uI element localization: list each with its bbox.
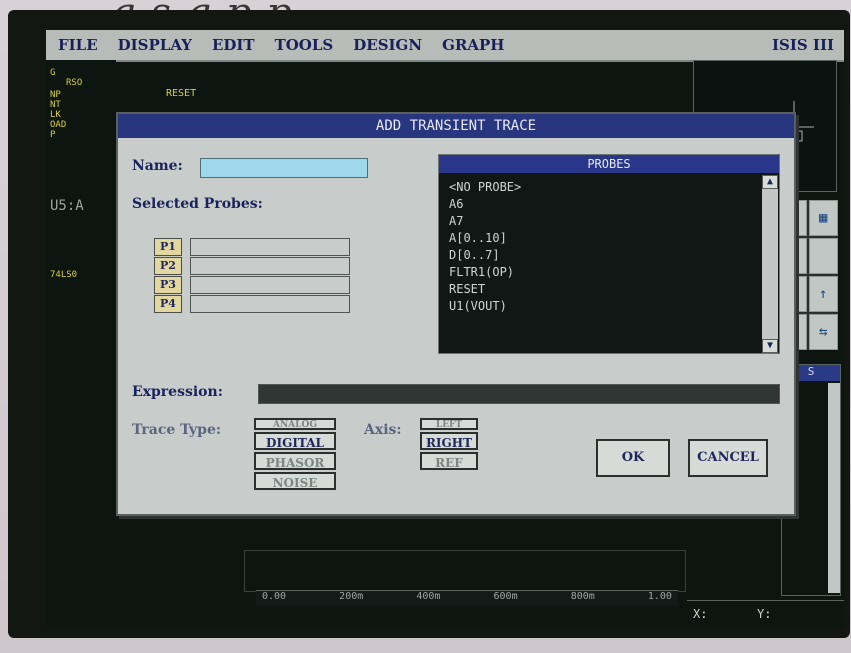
probes-list-panel: PROBES <NO PROBE> A6 A7 A[0..10] D[0..7]… (438, 154, 780, 354)
move-tool-icon[interactable]: ⇆ (808, 314, 838, 350)
screen: FILE DISPLAY EDIT TOOLS DESIGN GRAPH ISI… (46, 30, 844, 628)
net-label-reset: RESET (166, 88, 197, 99)
name-input[interactable] (200, 158, 368, 178)
axis-tick: 0.00 (262, 591, 287, 602)
probe-list-item[interactable]: <NO PROBE> (449, 179, 759, 196)
cancel-button[interactable]: CANCEL (688, 439, 768, 477)
probe-list-item[interactable]: U1(VOUT) (449, 298, 759, 315)
axis-tick: 800m (570, 591, 595, 602)
left-label: LK (50, 110, 61, 120)
ok-button[interactable]: OK (596, 439, 670, 477)
expression-input[interactable] (258, 384, 780, 404)
axis-ref[interactable]: REF (420, 452, 478, 470)
probe-list-item[interactable]: D[0..7] (449, 247, 759, 264)
probe-list-item[interactable]: A[0..10] (449, 230, 759, 247)
trace-type-phasor[interactable]: PHASOR (254, 452, 336, 470)
coordinate-readout: X: Y: (687, 600, 844, 628)
axis-tick: 600m (493, 591, 518, 602)
scroll-down-icon[interactable]: ▼ (762, 339, 778, 353)
left-label: 74LS0 (50, 270, 78, 280)
probe-slot-p3[interactable]: P3 (154, 276, 366, 294)
menu-design[interactable]: DESIGN (353, 36, 422, 54)
graph-area (244, 550, 686, 592)
schematic-left-strip: G RSO NP NT LK OAD P U5:A 74LS0 (46, 60, 116, 628)
probe-tag: P3 (154, 276, 182, 294)
left-label: RSO (66, 78, 83, 88)
left-label: U5:A (50, 198, 84, 214)
graph-x-axis: 0.00 200m 400m 600m 800m 1.00 (256, 590, 678, 606)
probes-scrollbar[interactable]: ▲ ▼ (762, 175, 778, 353)
probe-slot-p2[interactable]: P2 (154, 257, 366, 275)
y-coord-label: Y: (757, 607, 772, 621)
app-name: ISIS III (772, 36, 834, 54)
axis-tick: 400m (416, 591, 441, 602)
x-coord-label: X: (693, 607, 708, 621)
axis-right[interactable]: RIGHT (420, 432, 478, 450)
probe-list-item[interactable]: RESET (449, 281, 759, 298)
left-label: OAD (50, 120, 67, 130)
probes-list: <NO PROBE> A6 A7 A[0..10] D[0..7] FLTR1(… (449, 179, 759, 349)
left-label: P (50, 130, 56, 140)
arrow-up-icon[interactable]: ↑ (808, 276, 838, 312)
axis-label: Axis: (364, 422, 402, 438)
left-label: G (50, 68, 56, 78)
add-transient-trace-dialog: ADD TRANSIENT TRACE Name: Selected Probe… (116, 112, 796, 516)
axis-tick: 1.00 (647, 591, 672, 602)
probe-field[interactable] (190, 276, 350, 294)
trace-type-noise[interactable]: NOISE (254, 472, 336, 490)
menu-file[interactable]: FILE (58, 36, 98, 54)
left-label: NP (50, 90, 61, 100)
probe-tag: P2 (154, 257, 182, 275)
probe-list-item[interactable]: FLTR1(OP) (449, 264, 759, 281)
dialog-title: ADD TRANSIENT TRACE (118, 114, 794, 138)
trace-type-analog[interactable]: ANALOG (254, 418, 336, 430)
object-selector-scrollbar[interactable] (828, 383, 840, 593)
trace-type-digital[interactable]: DIGITAL (254, 432, 336, 450)
name-label: Name: (132, 158, 183, 174)
probe-tag: P4 (154, 295, 182, 313)
trace-type-label: Trace Type: (132, 422, 222, 438)
menu-tools[interactable]: TOOLS (275, 36, 334, 54)
selected-probes-label: Selected Probes: (132, 196, 263, 212)
probe-list-item[interactable]: A7 (449, 213, 759, 230)
left-label: NT (50, 100, 61, 110)
probe-field[interactable] (190, 238, 350, 256)
probes-panel-title: PROBES (439, 155, 779, 173)
probe-slot-p1[interactable]: P1 (154, 238, 366, 256)
probe-field[interactable] (190, 295, 350, 313)
monitor-bezel: FILE DISPLAY EDIT TOOLS DESIGN GRAPH ISI… (8, 10, 850, 638)
menu-display[interactable]: DISPLAY (118, 36, 192, 54)
scroll-up-icon[interactable]: ▲ (762, 175, 778, 189)
probe-tag: P1 (154, 238, 182, 256)
probe-field[interactable] (190, 257, 350, 275)
axis-left[interactable]: LEFT (420, 418, 478, 430)
grid-tool-icon[interactable]: ▦ (808, 200, 838, 236)
probe-slot-p4[interactable]: P4 (154, 295, 366, 313)
menu-bar: FILE DISPLAY EDIT TOOLS DESIGN GRAPH ISI… (46, 30, 844, 62)
menu-graph[interactable]: GRAPH (442, 36, 504, 54)
probe-list-item[interactable]: A6 (449, 196, 759, 213)
blank-tool[interactable] (808, 238, 838, 274)
expression-label: Expression: (132, 384, 223, 400)
menu-edit[interactable]: EDIT (212, 36, 255, 54)
axis-tick: 200m (339, 591, 364, 602)
